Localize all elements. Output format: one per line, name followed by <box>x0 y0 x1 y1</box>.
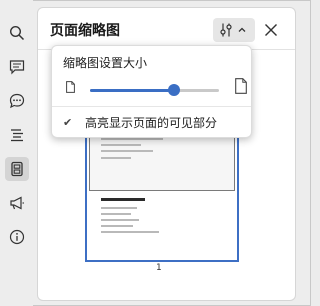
highlight-visible-option[interactable]: ✔ 高亮显示页面的可见部分 <box>63 113 217 131</box>
page-small-icon <box>66 81 75 93</box>
check-icon: ✔ <box>63 115 73 129</box>
thumbnails-icon <box>11 161 23 177</box>
slider-thumb[interactable] <box>167 84 180 96</box>
popup-divider <box>52 106 251 107</box>
slider-fill <box>90 89 174 92</box>
thumb-text-line <box>101 213 131 215</box>
thumbnail-options-button[interactable] <box>213 18 255 42</box>
info-icon <box>9 229 25 245</box>
thumb-text-line <box>101 231 159 233</box>
thumbnails-button[interactable] <box>5 157 29 181</box>
thumb-text-line <box>101 138 163 140</box>
megaphone-icon <box>10 196 24 210</box>
thumb-text-line <box>101 150 153 152</box>
info-button[interactable] <box>5 225 29 249</box>
thumb-text-line <box>101 157 131 159</box>
thumb-text-line <box>101 219 139 221</box>
thumbnail-size-slider[interactable] <box>90 84 219 96</box>
outline-button[interactable] <box>5 123 29 147</box>
sidebar <box>0 0 33 306</box>
highlight-visible-label: 高亮显示页面的可见部分 <box>85 115 218 130</box>
close-icon <box>265 24 277 36</box>
sliders-icon <box>220 23 232 37</box>
chat-bubbles-icon <box>9 93 25 109</box>
comment-icon <box>9 60 25 75</box>
thumb-text-line <box>101 225 133 227</box>
announcement-button[interactable] <box>5 191 29 215</box>
search-button[interactable] <box>5 21 29 45</box>
panel-title: 页面缩略图 <box>50 23 120 39</box>
thumb-text-line <box>101 144 141 146</box>
page-number-label: 1 <box>156 263 162 273</box>
outline-list-icon <box>11 129 23 142</box>
thumbnail-settings-popup: 缩略图设置大小 ✔ 高亮显示页面的可见部分 <box>51 45 252 138</box>
search-icon <box>9 25 25 41</box>
close-panel-button[interactable] <box>262 21 280 39</box>
comment-button[interactable] <box>5 55 29 79</box>
chevron-up-icon <box>238 27 246 32</box>
chat-button[interactable] <box>5 89 29 113</box>
thumb-text-line <box>101 198 145 201</box>
thumb-text-line <box>101 207 137 209</box>
page-large-icon <box>235 78 247 94</box>
popup-title: 缩略图设置大小 <box>63 56 148 70</box>
